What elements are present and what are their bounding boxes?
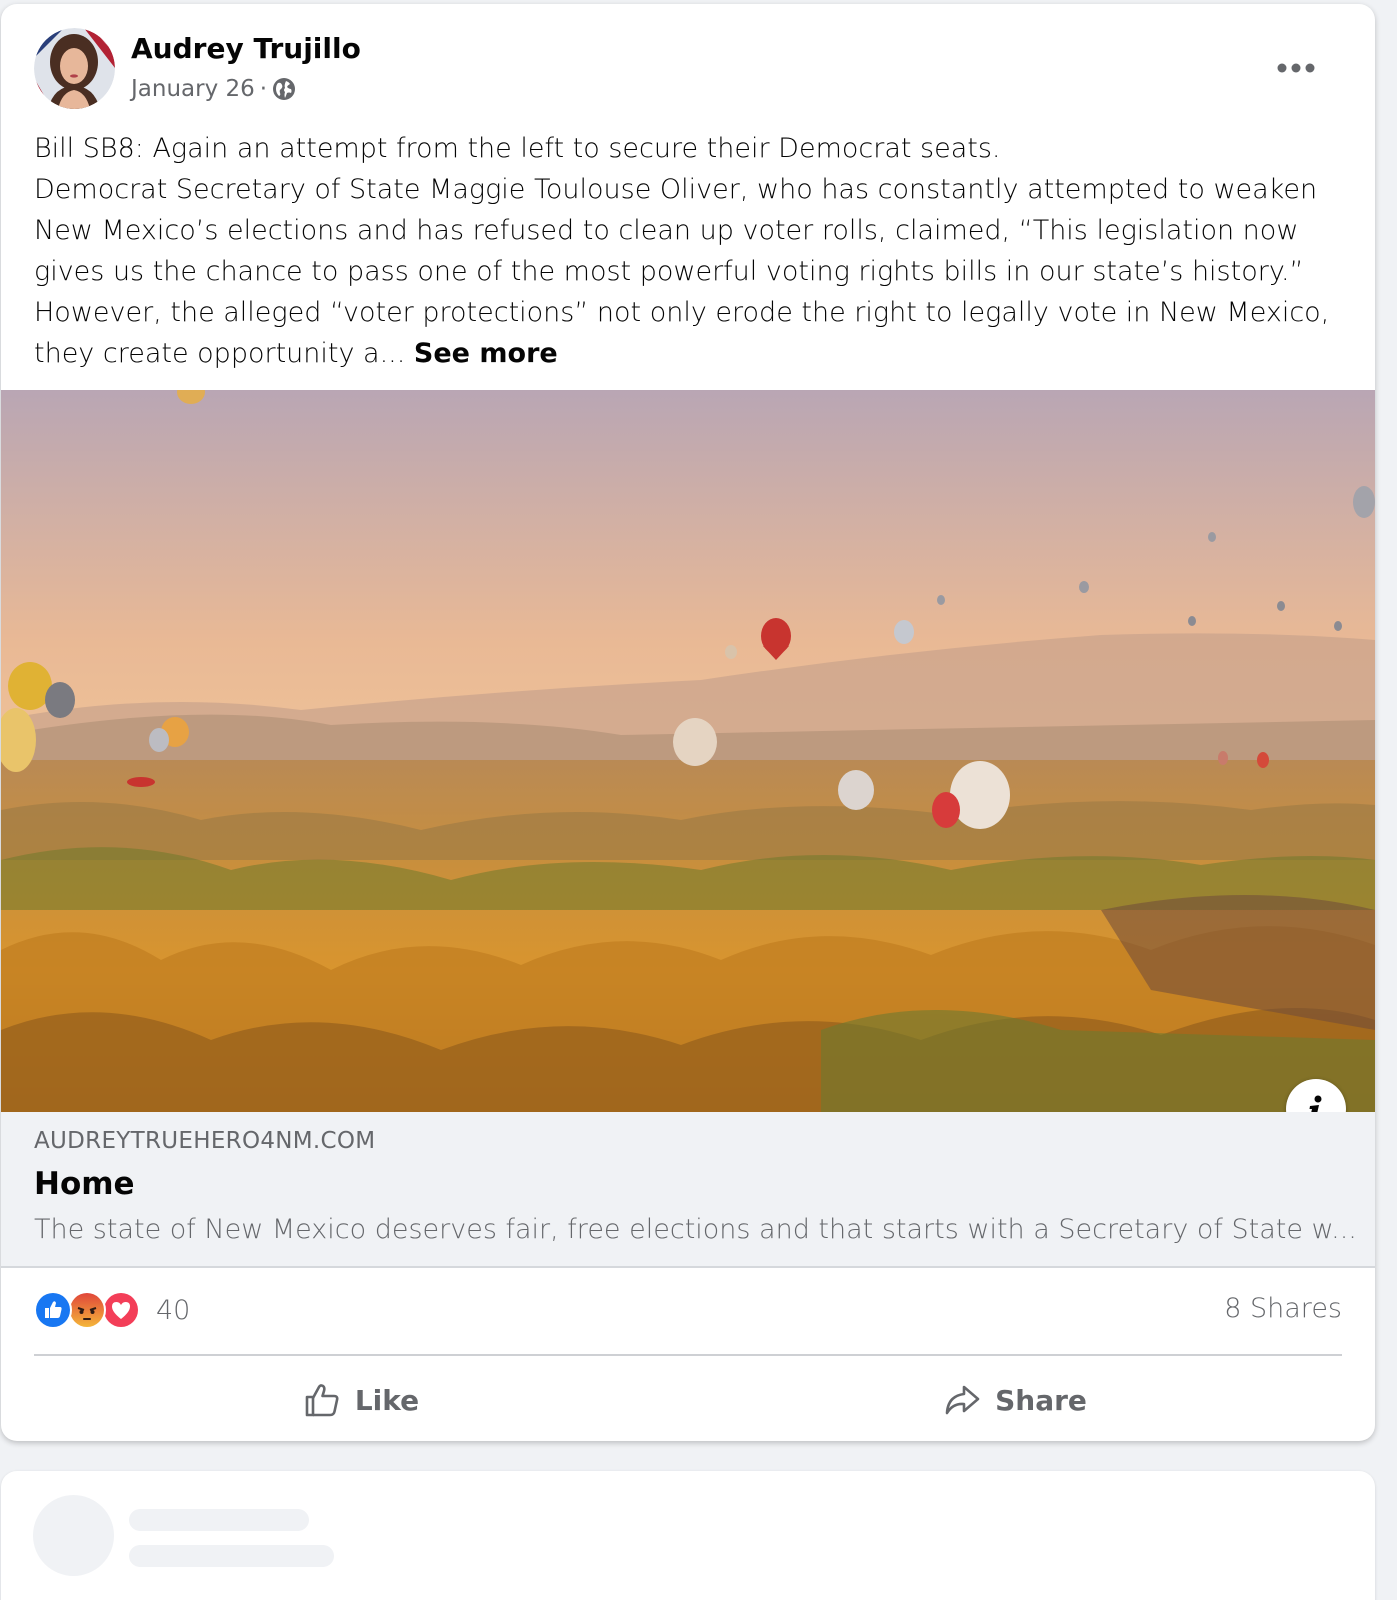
post-text-line: Bill SB8: Again an attempt from the left…: [34, 133, 1001, 164]
post-text: Bill SB8: Again an attempt from the left…: [34, 128, 1344, 374]
post-card: Audrey Trujillo January 26 · Bill SB8: A…: [1, 4, 1375, 1441]
reactions-summary[interactable]: 40: [34, 1290, 190, 1330]
share-button[interactable]: Share: [688, 1368, 1342, 1432]
more-options-icon: [1277, 63, 1315, 73]
skeleton-line: [129, 1545, 334, 1567]
author-name[interactable]: Audrey Trujillo: [131, 32, 361, 65]
post-text-line: Democrat Secretary of State Maggie Toulo…: [34, 174, 1318, 205]
post-date[interactable]: January 26: [131, 76, 255, 102]
reaction-count: 40: [156, 1294, 191, 1326]
link-preview-image[interactable]: [1, 390, 1375, 1112]
post-text-truncated: they create opportunity a...: [34, 338, 414, 369]
skeleton-avatar: [33, 1495, 114, 1576]
like-button[interactable]: Like: [34, 1368, 688, 1432]
link-description: The state of New Mexico deserves fair, f…: [34, 1214, 1357, 1245]
author-avatar[interactable]: [34, 28, 115, 109]
share-count[interactable]: 8 Shares: [1224, 1293, 1342, 1324]
skeleton-line: [129, 1509, 309, 1531]
post-text-line-last: they create opportunity a... See more: [34, 333, 1344, 374]
like-label: Like: [354, 1383, 420, 1417]
love-reaction-icon: [102, 1291, 140, 1329]
link-title: Home: [34, 1166, 135, 1202]
actions-divider: [34, 1354, 1342, 1356]
see-more-link[interactable]: See more: [414, 338, 558, 369]
thumbs-up-icon: [305, 1384, 339, 1417]
angry-reaction-icon: [68, 1291, 106, 1329]
share-label: Share: [995, 1383, 1087, 1417]
post-text-line: gives us the chance to pass one of the m…: [34, 256, 1304, 287]
post-meta: January 26 ·: [131, 76, 296, 102]
more-options-button[interactable]: [1271, 48, 1321, 88]
link-preview[interactable]: AUDREYTRUEHERO4NM.COM Home The state of …: [1, 1112, 1375, 1268]
meta-separator: ·: [259, 76, 268, 102]
post-text-line: New Mexico’s elections and has refused t…: [34, 215, 1299, 246]
globe-icon[interactable]: [272, 77, 296, 101]
loading-placeholder-card: [1, 1471, 1375, 1600]
like-reaction-icon: [34, 1291, 72, 1329]
post-text-line: However, the alleged “voter protections”…: [34, 297, 1330, 328]
share-arrow-icon: [945, 1385, 980, 1415]
link-domain: AUDREYTRUEHERO4NM.COM: [34, 1128, 376, 1154]
